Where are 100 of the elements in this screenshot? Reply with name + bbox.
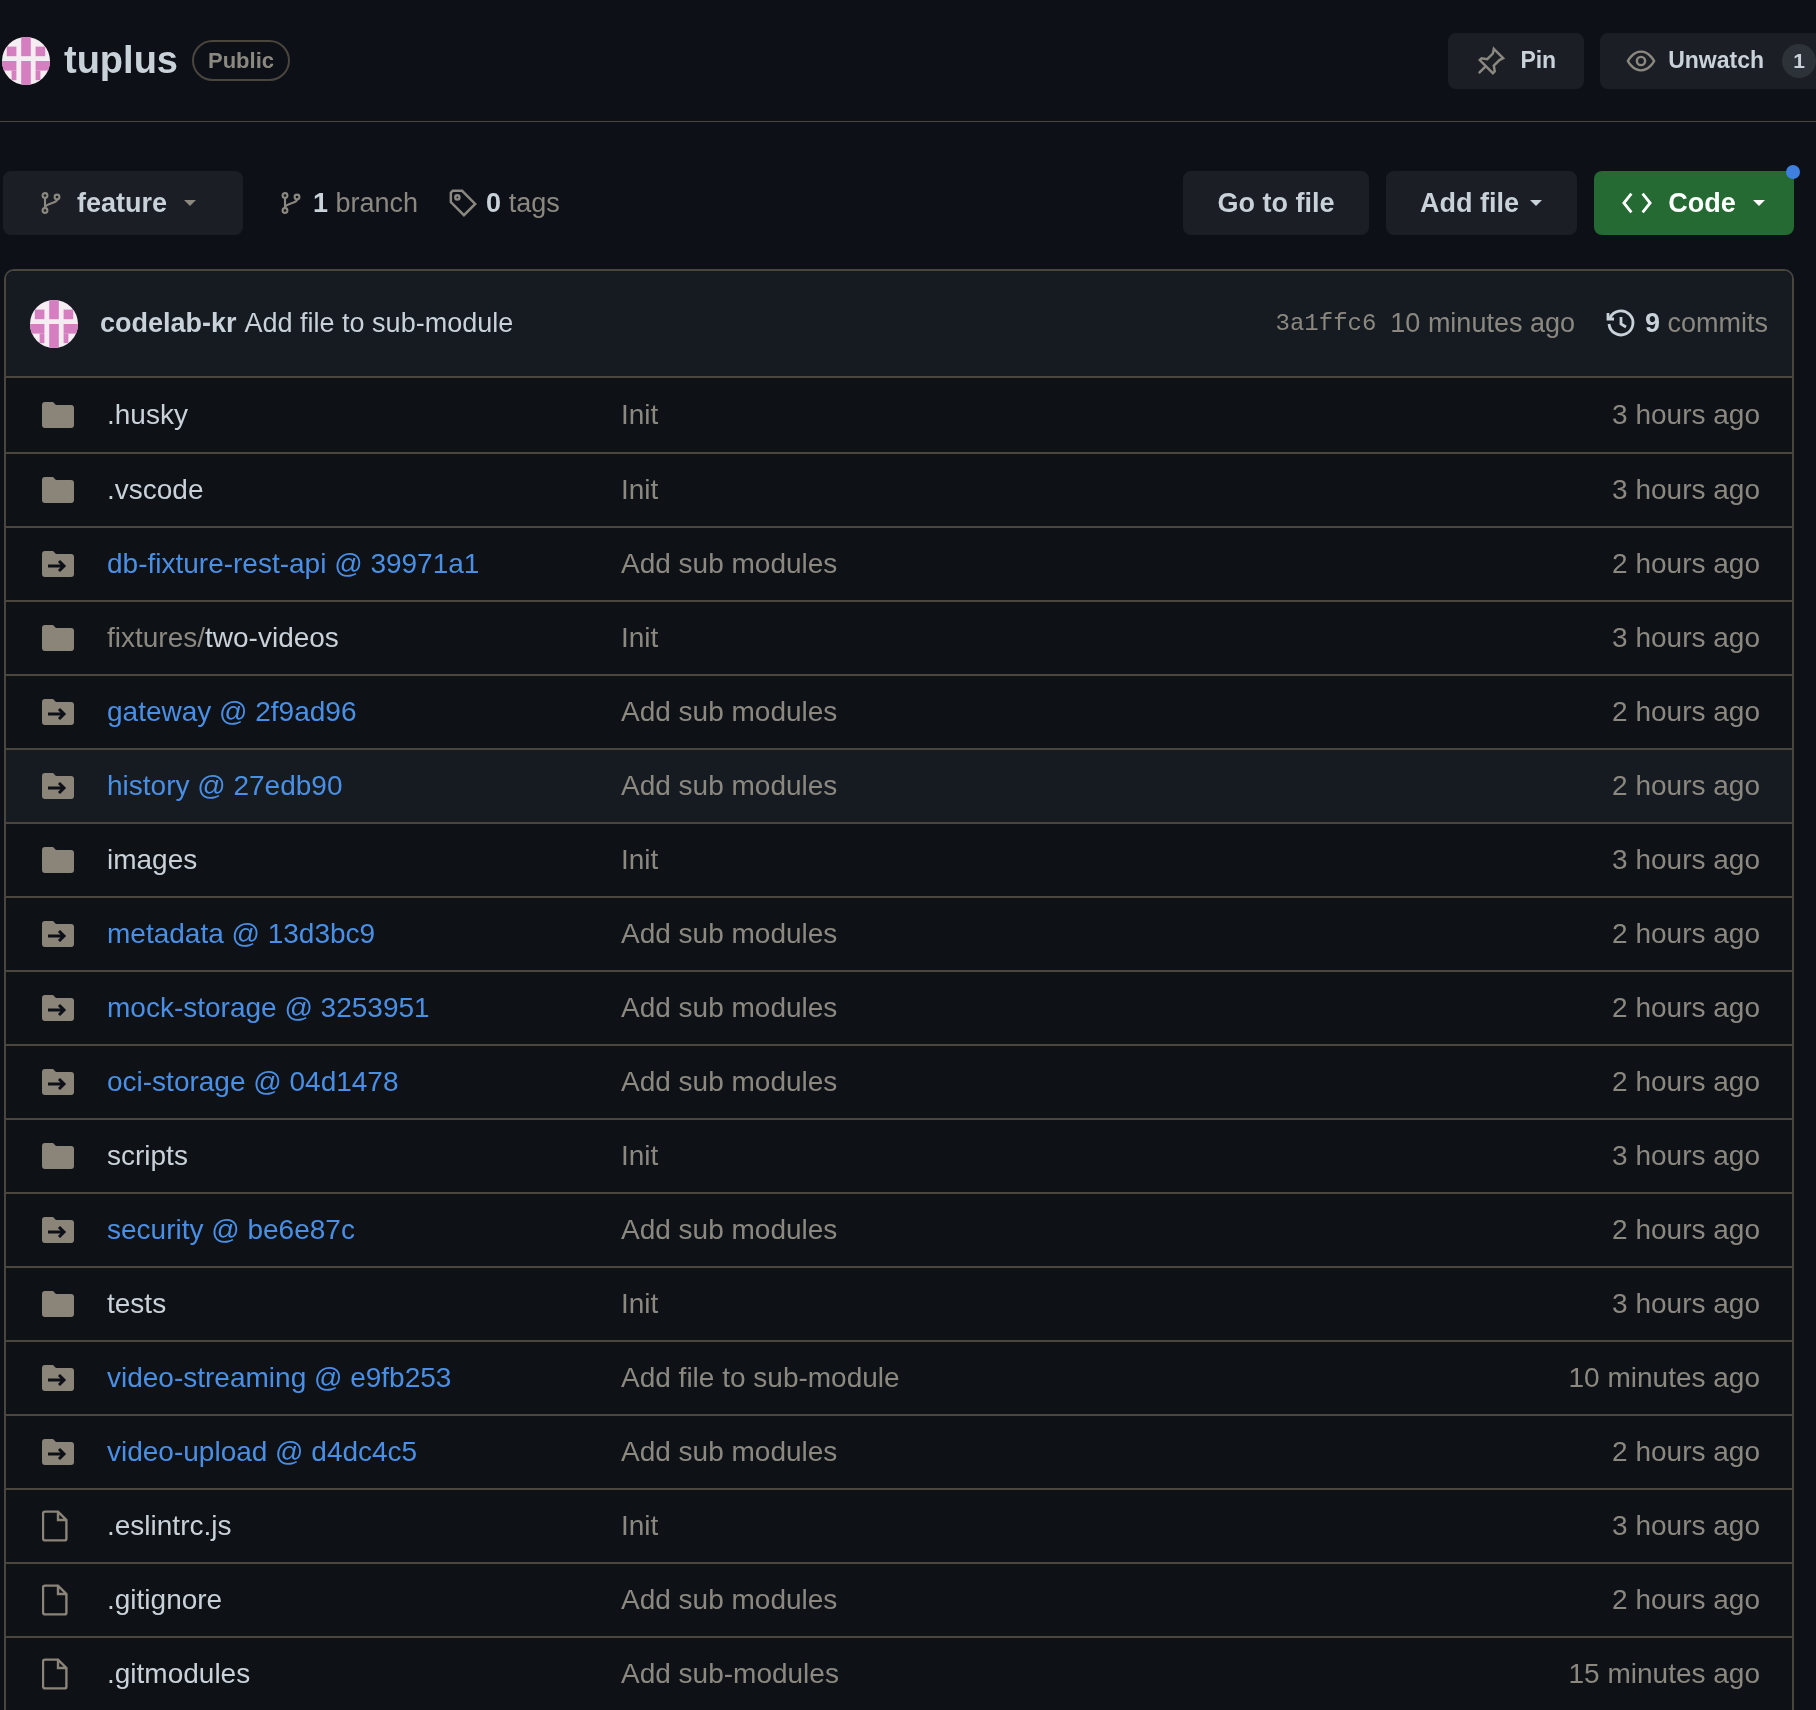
submodule-folder-icon bbox=[42, 1365, 74, 1391]
submodule-link[interactable]: security @ be6e87c bbox=[107, 1214, 355, 1245]
commit-message-link[interactable]: Add sub modules bbox=[621, 987, 838, 1029]
commit-time: 3 hours ago bbox=[1612, 1287, 1761, 1321]
watcher-count: 1 bbox=[1782, 43, 1816, 78]
submodule-link[interactable]: gateway @ 2f9ad96 bbox=[107, 696, 357, 727]
commit-message-link[interactable]: Add sub modules bbox=[621, 913, 838, 955]
commit-time: 3 hours ago bbox=[1612, 473, 1761, 507]
submodule-link[interactable]: oci-storage @ 04d1478 bbox=[107, 1066, 399, 1097]
commit-time: 2 hours ago bbox=[1612, 1213, 1761, 1247]
file-name-link[interactable]: scripts bbox=[107, 1140, 188, 1171]
file-icon bbox=[42, 1510, 68, 1542]
commit-time: 3 hours ago bbox=[1612, 843, 1761, 877]
file-name-link[interactable]: .eslintrc.js bbox=[107, 1510, 232, 1541]
commit-message-link[interactable]: Add sub modules bbox=[621, 1579, 838, 1621]
caret-icon bbox=[1529, 199, 1543, 207]
submodule-folder-icon bbox=[42, 995, 74, 1021]
visibility-label: Public bbox=[192, 40, 290, 81]
commit-time: 3 hours ago bbox=[1612, 1509, 1761, 1543]
commit-message-link[interactable]: Init bbox=[621, 1283, 659, 1325]
folder-icon bbox=[42, 1291, 74, 1317]
commit-time: 15 minutes ago bbox=[1568, 1657, 1761, 1691]
submodule-folder-icon bbox=[42, 1069, 74, 1095]
commit-message-link[interactable]: Add sub modules bbox=[621, 543, 838, 585]
commit-time: 2 hours ago bbox=[1612, 1435, 1761, 1469]
pin-button[interactable]: Pin bbox=[1448, 32, 1585, 89]
commit-message-link[interactable]: Init bbox=[621, 617, 659, 659]
file-name-link[interactable]: .gitmodules bbox=[107, 1658, 251, 1689]
file-icon bbox=[42, 1658, 68, 1690]
submodule-folder-icon bbox=[42, 1439, 74, 1465]
commit-time: 2 hours ago bbox=[1612, 769, 1761, 803]
file-name-link[interactable]: tests bbox=[107, 1288, 167, 1319]
commit-message-link[interactable]: Add sub modules bbox=[621, 691, 838, 733]
commit-message-link[interactable]: Add file to sub-module bbox=[621, 1357, 900, 1399]
commits-link[interactable]: 9 commits bbox=[1604, 303, 1768, 344]
branch-name: feature bbox=[77, 186, 168, 220]
file-name-link[interactable]: .gitignore bbox=[107, 1584, 223, 1615]
submodule-link[interactable]: history @ 27edb90 bbox=[107, 770, 343, 801]
file-name-link[interactable]: .husky bbox=[107, 399, 188, 430]
file-name-link[interactable]: .vscode bbox=[107, 474, 204, 505]
branch-selector[interactable]: feature bbox=[3, 171, 243, 235]
branch-icon bbox=[279, 189, 303, 217]
folder-icon bbox=[42, 1143, 74, 1169]
code-button[interactable]: Code bbox=[1594, 171, 1794, 235]
commit-message-link[interactable]: Init bbox=[621, 839, 659, 881]
repo-name[interactable]: tuplus bbox=[64, 32, 178, 89]
commit-message-link[interactable]: Init bbox=[621, 469, 659, 511]
commit-author[interactable]: codelab-kr bbox=[100, 303, 237, 344]
unwatch-button[interactable]: Unwatch 1 bbox=[1600, 32, 1816, 89]
caret-icon bbox=[1751, 199, 1766, 207]
submodule-link[interactable]: video-upload @ d4dc4c5 bbox=[107, 1436, 418, 1467]
folder-icon bbox=[42, 477, 74, 503]
tags-link[interactable]: 0 tags bbox=[448, 182, 560, 224]
commit-message-link[interactable]: Add sub modules bbox=[621, 1061, 838, 1103]
commit-time: 3 hours ago bbox=[1612, 1139, 1761, 1173]
identicon-avatar bbox=[2, 36, 50, 85]
commit-time: 2 hours ago bbox=[1612, 1065, 1761, 1099]
code-icon bbox=[1622, 191, 1653, 215]
commit-time: 10 minutes ago bbox=[1568, 1361, 1761, 1395]
commit-message-link[interactable]: Add sub modules bbox=[621, 765, 838, 807]
file-name-link[interactable]: images bbox=[107, 844, 198, 875]
folder-icon bbox=[42, 625, 74, 651]
submodule-link[interactable]: mock-storage @ 3253951 bbox=[107, 992, 430, 1023]
branch-icon bbox=[39, 189, 63, 217]
commit-time: 2 hours ago bbox=[1612, 917, 1761, 951]
go-to-file-button[interactable]: Go to file bbox=[1183, 171, 1369, 235]
folder-icon bbox=[42, 402, 74, 428]
submodule-link[interactable]: video-streaming @ e9fb253 bbox=[107, 1362, 452, 1393]
pin-icon bbox=[1476, 45, 1507, 76]
commit-message-link[interactable]: Init bbox=[621, 1135, 659, 1177]
commit-message-link[interactable]: Init bbox=[621, 1505, 659, 1547]
commit-message[interactable]: Add file to sub-module bbox=[244, 303, 514, 344]
tag-icon bbox=[448, 188, 479, 218]
commit-time: 3 hours ago bbox=[1612, 621, 1761, 655]
commit-time: 10 minutes ago bbox=[1390, 307, 1575, 341]
submodule-folder-icon bbox=[42, 773, 74, 799]
commit-message-link[interactable]: Add sub modules bbox=[621, 1431, 838, 1473]
commit-sha[interactable]: 3a1ffc6 bbox=[1275, 305, 1377, 342]
commit-time: 2 hours ago bbox=[1612, 1583, 1761, 1617]
branches-link[interactable]: 1 branch bbox=[279, 182, 419, 224]
submodule-folder-icon bbox=[42, 551, 74, 577]
add-file-button[interactable]: Add file bbox=[1386, 171, 1577, 235]
file-name-link[interactable]: fixtures/two-videos bbox=[107, 622, 339, 653]
commit-message-link[interactable]: Add sub modules bbox=[621, 1209, 838, 1251]
commit-time: 2 hours ago bbox=[1612, 695, 1761, 729]
identicon-avatar bbox=[30, 299, 78, 348]
file-icon bbox=[42, 1584, 68, 1616]
commit-time: 2 hours ago bbox=[1612, 547, 1761, 581]
submodule-folder-icon bbox=[42, 921, 74, 947]
folder-icon bbox=[42, 847, 74, 873]
submodule-link[interactable]: db-fixture-rest-api @ 39971a1 bbox=[107, 548, 480, 579]
submodule-link[interactable]: metadata @ 13d3bc9 bbox=[107, 918, 376, 949]
submodule-folder-icon bbox=[42, 1217, 74, 1243]
commit-time: 2 hours ago bbox=[1612, 991, 1761, 1025]
commit-message-link[interactable]: Init bbox=[621, 394, 659, 436]
unwatch-label: Unwatch bbox=[1668, 46, 1764, 76]
commit-time: 3 hours ago bbox=[1612, 398, 1761, 432]
caret-icon bbox=[183, 199, 198, 207]
submodule-folder-icon bbox=[42, 699, 74, 725]
commit-message-link[interactable]: Add sub-modules bbox=[621, 1653, 839, 1695]
